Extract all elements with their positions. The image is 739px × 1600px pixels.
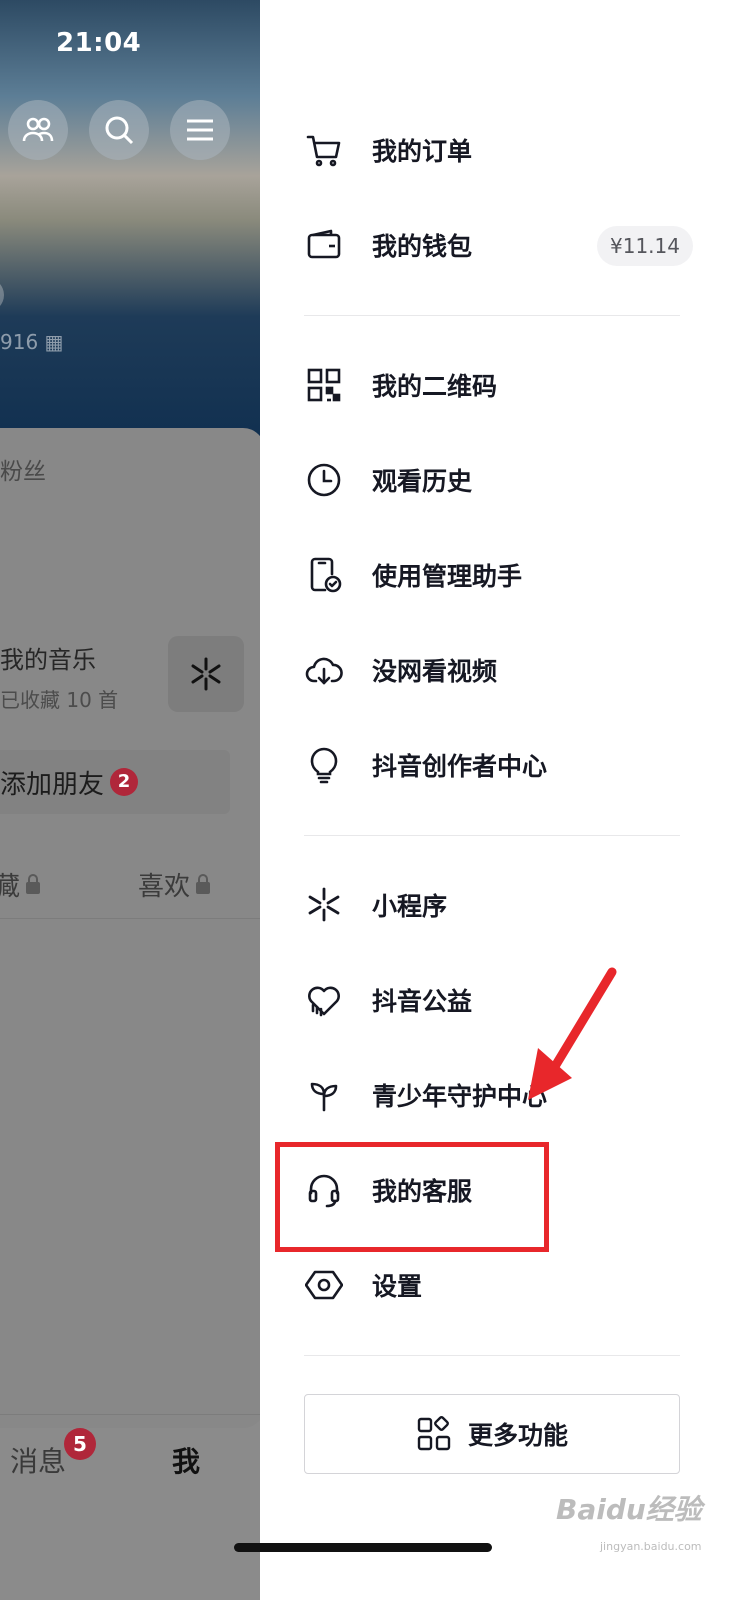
drawer-item-customer-service[interactable]: 我的客服	[304, 1160, 684, 1220]
lock-icon	[26, 873, 41, 894]
wallet-balance: ¥11.14	[597, 226, 693, 266]
messages-badge: 5	[64, 1428, 96, 1460]
watermark-url: jingyan.baidu.com	[600, 1540, 702, 1553]
drawer-item-label: 我的订单	[372, 137, 473, 166]
lock-icon	[196, 873, 211, 894]
add-friend-button[interactable]: 添加朋友 2	[0, 750, 230, 814]
tab-likes[interactable]: 喜欢	[138, 866, 211, 903]
headset-icon	[304, 1170, 344, 1210]
drawer-item-qr-code[interactable]: 我的二维码	[304, 355, 684, 415]
qr-mini-icon: ▦	[44, 330, 64, 354]
phone-check-icon	[304, 555, 344, 595]
cloud-download-icon	[304, 650, 344, 690]
divider	[304, 1355, 680, 1356]
music-subtitle: 已收藏 10 首	[0, 688, 119, 712]
profile-card	[0, 428, 265, 1428]
heart-charity-icon	[304, 980, 344, 1020]
drawer-item-settings[interactable]: 设置	[304, 1255, 684, 1315]
drawer-item-label: 设置	[372, 1272, 423, 1301]
drawer-item-label: 我的二维码	[372, 372, 498, 401]
music-title[interactable]: 我的音乐	[0, 640, 96, 675]
drawer-item-label: 抖音创作者中心	[372, 752, 548, 781]
profile-id: 916 ▦	[0, 330, 64, 354]
add-friend-badge: 2	[110, 768, 139, 796]
cart-icon	[304, 130, 344, 170]
more-features-button[interactable]: 更多功能	[304, 1394, 680, 1474]
divider	[304, 315, 680, 316]
drawer-item-label: 没网看视频	[372, 657, 498, 686]
hexagon-settings-icon	[304, 1265, 344, 1305]
drawer-item-mini-program[interactable]: 小程序	[304, 875, 684, 935]
drawer-item-label: 使用管理助手	[372, 562, 523, 591]
friends-icon[interactable]	[8, 100, 68, 160]
mini-program-shortcut[interactable]	[168, 636, 244, 712]
qr-code-icon	[304, 365, 344, 405]
sprout-icon	[304, 1075, 344, 1115]
status-time: 21:04	[56, 28, 142, 58]
lightbulb-icon	[304, 745, 344, 785]
drawer-item-offline-videos[interactable]: 没网看视频	[304, 640, 684, 700]
drawer-item-label: 小程序	[372, 892, 448, 921]
drawer-item-creator-center[interactable]: 抖音创作者中心	[304, 735, 684, 795]
menu-icon[interactable]	[170, 100, 230, 160]
fans-label: 粉丝	[0, 459, 46, 485]
drawer-item-orders[interactable]: 我的订单	[304, 120, 684, 180]
drawer-item-label: 我的客服	[372, 1177, 473, 1206]
drawer-item-label: 观看历史	[372, 467, 473, 496]
profile-cover	[0, 0, 265, 440]
home-indicator[interactable]	[234, 1543, 492, 1552]
search-icon[interactable]	[89, 100, 149, 160]
drawer-item-label: 抖音公益	[372, 987, 473, 1016]
red-arrow-icon	[528, 967, 617, 1100]
apps-grid-icon	[417, 1416, 451, 1451]
divider	[304, 835, 680, 836]
drawer-item-usage-manager[interactable]: 使用管理助手	[304, 545, 684, 605]
clock-icon	[304, 460, 344, 500]
watermark: Baidu经验	[556, 1493, 702, 1526]
mini-program-icon	[304, 885, 344, 925]
more-features-label: 更多功能	[467, 1421, 568, 1450]
nav-messages[interactable]: 消息	[10, 1440, 66, 1480]
drawer-item-label: 我的钱包	[372, 232, 473, 261]
drawer-item-history[interactable]: 观看历史	[304, 450, 684, 510]
nav-me[interactable]: 我	[172, 1440, 200, 1480]
tab-favorites[interactable]: 藏	[0, 866, 41, 903]
add-friend-label: 添加朋友	[0, 769, 105, 800]
divider	[0, 918, 265, 919]
background-profile-page: 21:04 916 ▦ 粉丝 我的音乐 已收藏 10 首 添加朋友 2 藏 喜欢…	[0, 0, 265, 1600]
bottom-nav-divider	[0, 1414, 265, 1415]
wallet-icon	[304, 225, 344, 265]
